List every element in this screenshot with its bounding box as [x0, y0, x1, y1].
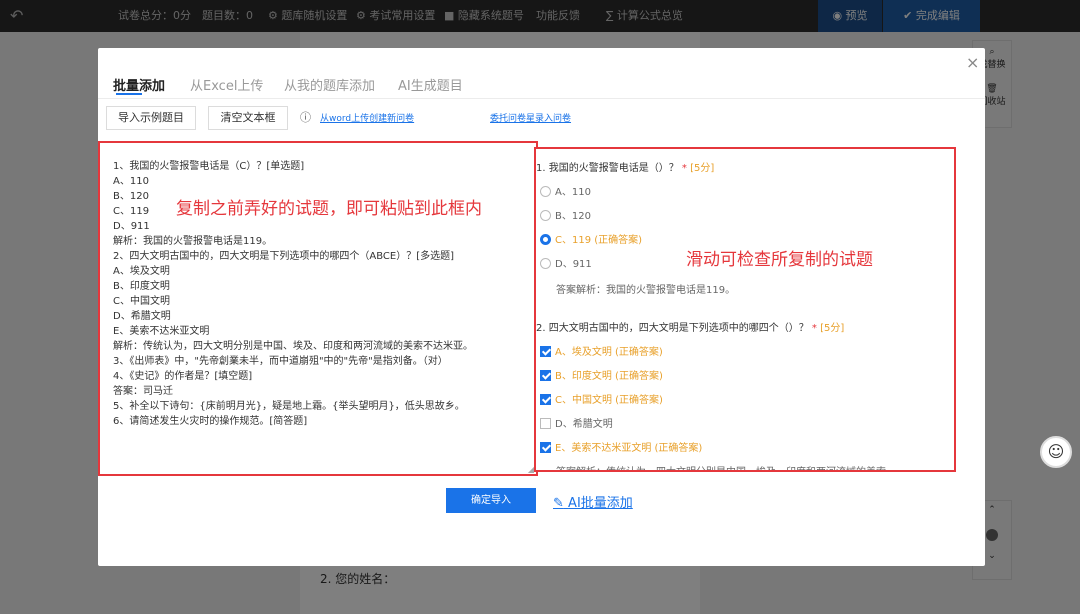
input-line: D、911 [113, 221, 150, 232]
radio-button[interactable] [540, 210, 551, 221]
radio-button[interactable] [540, 234, 551, 245]
word-upload-link[interactable]: 从word上传创建新问卷 [320, 111, 414, 124]
input-line: A、110 [113, 176, 149, 187]
option-label: E、美索不达米亚文明 (正确答案) [555, 443, 703, 454]
ai-batch-add-link[interactable]: ✎ AI批量添加 [553, 492, 633, 511]
q2-option[interactable]: D、希腊文明 [540, 415, 613, 430]
input-line: D、希腊文明 [113, 311, 171, 322]
confirm-import-button[interactable]: 确定导入 [446, 488, 536, 513]
input-line: 解析：传统认为，四大文明分别是中国、埃及、印度和两河流域的美索不达米亚。 [113, 341, 473, 352]
question-1-title: 1. 我国的火警报警电话是（）？ * [5分] [536, 163, 715, 174]
input-line: 3、《出师表》中，"先帝創業未半，而中道崩殂"中的"先帝"是指刘备。（对） [113, 356, 448, 367]
q1-option[interactable]: C、119 (正确答案) [540, 231, 642, 246]
import-example-button[interactable]: 导入示例题目 [106, 106, 196, 130]
question-2-title: 2. 四大文明古国中的，四大文明是下列选项中的哪四个（）？ * [5分] [536, 323, 845, 334]
input-line: C、中国文明 [113, 296, 170, 307]
input-line: E、美索不达米亚文明 [113, 326, 210, 337]
input-line: 4、《史记》的作者是？[填空题] [113, 371, 253, 382]
radio-button[interactable] [540, 186, 551, 197]
delegate-link[interactable]: 委托问卷星录入问卷 [490, 111, 571, 124]
checkbox[interactable] [540, 394, 551, 405]
help-icon[interactable]: ⓘ [300, 109, 311, 125]
assistant-avatar[interactable]: ☺ [1040, 436, 1072, 468]
q2-option[interactable]: A、埃及文明 (正确答案) [540, 343, 663, 358]
tab-excel-upload[interactable]: 从Excel上传 [190, 75, 263, 94]
q1-option[interactable]: B、120 [540, 207, 591, 222]
option-label: C、中国文明 (正确答案) [555, 395, 663, 406]
option-label: C、119 (正确答案) [555, 235, 643, 246]
batch-add-dialog: × 批量添加 从Excel上传 从我的题库添加 AI生成题目 导入示例题目 清空… [98, 48, 985, 566]
input-line: 6、请简述发生火灾时的操作规范。[简答题] [113, 416, 308, 427]
q2-option[interactable]: E、美索不达米亚文明 (正确答案) [540, 439, 702, 454]
option-label: A、110 [555, 187, 591, 198]
q1-option[interactable]: A、110 [540, 183, 591, 198]
close-icon[interactable]: × [966, 53, 979, 72]
ai-icon: ✎ [553, 496, 564, 511]
option-label: B、120 [555, 211, 591, 222]
question-1-analysis: 答案解析：我国的火警报警电话是119。 [556, 285, 736, 296]
input-line: 解析：我国的火警报警电话是119。 [113, 236, 273, 247]
question-2-analysis: 答案解析：传统认为，四大文明分别是中国、埃及、印度和两河流域的美索 [556, 463, 886, 470]
input-line: B、印度文明 [113, 281, 170, 292]
preview-panel[interactable]: 1. 我国的火警报警电话是（）？ * [5分] A、110 B、120 C、119 … [534, 147, 956, 472]
checkbox[interactable] [540, 442, 551, 453]
radio-button[interactable] [540, 258, 551, 269]
option-label: D、911 [555, 259, 592, 270]
active-tab-indicator [116, 93, 142, 95]
tab-from-bank[interactable]: 从我的题库添加 [284, 75, 375, 94]
input-line: 2、四大文明古国中的，四大文明是下列选项中的哪四个（ABCE）？[多选题] [113, 251, 454, 262]
input-line: 5、补全以下诗句：{床前明月光}，疑是地上霜。{举头望明月}，低头思故乡。 [113, 401, 465, 412]
option-label: B、印度文明 (正确答案) [555, 371, 663, 382]
annotation-left: 复制之前弄好的试题，即可粘贴到此框内 [176, 199, 482, 219]
checkbox[interactable] [540, 370, 551, 381]
input-line: 答案：司马迁 [113, 386, 173, 397]
option-label: D、希腊文明 [555, 419, 613, 430]
input-line: 1、我国的火警报警电话是（C）？[单选题] [113, 161, 305, 172]
tab-batch-add[interactable]: 批量添加 [113, 75, 165, 94]
checkbox[interactable] [540, 418, 551, 429]
option-label: A、埃及文明 (正确答案) [555, 347, 663, 358]
tab-ai-generate[interactable]: AI生成题目 [398, 75, 463, 94]
annotation-right: 滑动可检查所复制的试题 [686, 250, 873, 270]
clear-text-button[interactable]: 清空文本框 [208, 106, 288, 130]
preview-content: 1. 我国的火警报警电话是（）？ * [5分] A、110 B、120 C、119 … [536, 153, 954, 470]
checkbox[interactable] [540, 346, 551, 357]
question-text-input[interactable]: 1、我国的火警报警电话是（C）？[单选题] A、110 B、120 C、119 D、91… [98, 141, 538, 476]
tab-divider [98, 98, 985, 99]
q1-option[interactable]: D、911 [540, 255, 592, 270]
input-line: A、埃及文明 [113, 266, 170, 277]
q2-option[interactable]: B、印度文明 (正确答案) [540, 367, 663, 382]
q2-option[interactable]: C、中国文明 (正确答案) [540, 391, 663, 406]
